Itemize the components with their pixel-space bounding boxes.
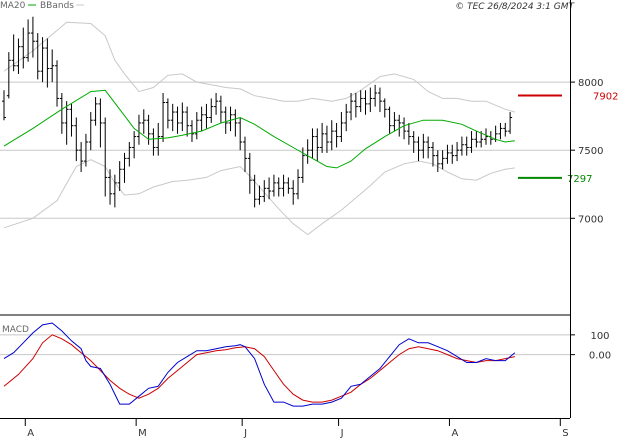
macd-title: MACD	[2, 325, 29, 335]
x-axis-tick-label: S	[562, 428, 568, 439]
legend-bbands: BBands	[40, 1, 74, 11]
price-y-tick-label: 7500	[578, 146, 603, 157]
price-y-tick-label: 8000	[578, 78, 603, 89]
x-axis-tick-label: A	[27, 428, 34, 439]
x-axis-tick-label: A	[451, 428, 458, 439]
price-y-tick-label: 7000	[578, 214, 603, 225]
x-axis-tick-label: J	[243, 428, 247, 439]
x-axis-tick-label: M	[138, 428, 147, 439]
copyright-notice: © TEC 26/8/2024 3:1 GMT	[455, 2, 575, 12]
target-high-label: 7902	[593, 91, 618, 102]
legend-ma20: MA20	[0, 1, 26, 11]
price-and-macd-chart: MA20 BBands © TEC 26/8/2024 3:1 GMT 7000…	[0, 0, 627, 440]
macd-y-tick-label: 0.00	[589, 351, 611, 362]
chart-background	[0, 0, 627, 440]
macd-y-tick-label: 100	[590, 331, 609, 342]
x-axis-tick-label: J	[340, 428, 344, 439]
